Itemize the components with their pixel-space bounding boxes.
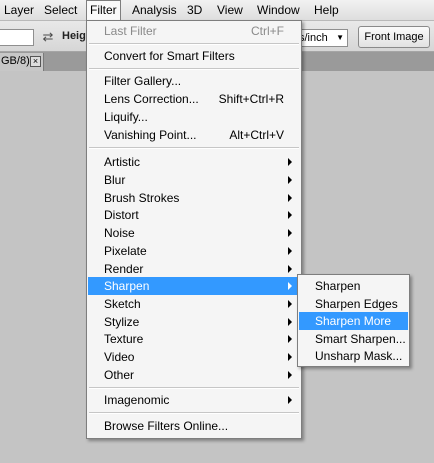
menu-item-imagenomic[interactable]: Imagenomic	[88, 391, 300, 409]
menu-item-label: Artistic	[104, 155, 140, 169]
menu-item-shortcut: Shift+Ctrl+R	[218, 92, 284, 106]
menu-item-browse-filters-online[interactable]: Browse Filters Online...	[88, 417, 300, 435]
menu-item-texture[interactable]: Texture	[88, 330, 300, 348]
menu-item-label: Sketch	[104, 297, 141, 311]
menu-analysis[interactable]: Analysis	[129, 0, 180, 21]
menu-separator	[89, 387, 299, 389]
front-image-button[interactable]: Front Image	[358, 26, 430, 48]
document-tab-label: GB/8)	[1, 55, 30, 67]
menu-item-filter-gallery[interactable]: Filter Gallery...	[88, 72, 300, 90]
menu-item-label: Blur	[104, 173, 126, 187]
submenu-item-unsharp-mask[interactable]: Unsharp Mask...	[299, 347, 408, 365]
submenu-arrow-icon	[288, 176, 292, 184]
submenu-arrow-icon	[288, 229, 292, 237]
filter-menu: Last Filter Ctrl+F Convert for Smart Fil…	[86, 20, 302, 439]
menu-item-label: Convert for Smart Filters	[104, 49, 235, 63]
menu-item-label: Brush Strokes	[104, 191, 180, 205]
submenu-arrow-icon	[288, 300, 292, 308]
menu-select[interactable]: Select	[41, 0, 80, 21]
menu-item-pixelate[interactable]: Pixelate	[88, 242, 300, 260]
menu-item-lens-correction[interactable]: Lens Correction... Shift+Ctrl+R	[88, 90, 300, 108]
menu-view[interactable]: View	[214, 0, 246, 21]
menu-item-label: Other	[104, 368, 135, 382]
document-tab[interactable]: GB/8) ×	[0, 53, 44, 71]
menu-item-sketch[interactable]: Sketch	[88, 295, 300, 313]
resolution-unit-select[interactable]: s/inch ▼	[296, 29, 348, 47]
menu-item-label: Liquify...	[104, 110, 148, 124]
submenu-arrow-icon	[288, 158, 292, 166]
menu-separator	[89, 412, 299, 414]
menu-item-noise[interactable]: Noise	[88, 224, 300, 242]
submenu-item-sharpen-more[interactable]: Sharpen More	[299, 312, 408, 330]
menu-help[interactable]: Help	[311, 0, 342, 21]
submenu-arrow-icon	[288, 211, 292, 219]
submenu-arrow-icon	[288, 335, 292, 343]
menu-separator	[89, 68, 299, 70]
menu-layer[interactable]: Layer	[1, 0, 37, 21]
menu-item-convert-smart-filters[interactable]: Convert for Smart Filters	[88, 47, 300, 65]
menu-separator	[89, 43, 299, 45]
swap-dimensions-icon[interactable]: ⇄	[40, 29, 56, 45]
menu-item-label: Render	[104, 262, 144, 276]
menu-item-label: Distort	[104, 208, 139, 222]
menu-3d[interactable]: 3D	[184, 0, 205, 21]
submenu-arrow-icon	[288, 371, 292, 379]
menu-item-label: Pixelate	[104, 244, 147, 258]
menu-item-other[interactable]: Other	[88, 366, 300, 384]
submenu-item-sharpen-edges[interactable]: Sharpen Edges	[299, 295, 408, 313]
menu-item-label: Video	[104, 350, 135, 364]
menu-item-label: Noise	[104, 226, 135, 240]
menu-item-video[interactable]: Video	[88, 348, 300, 366]
sharpen-submenu: Sharpen Sharpen Edges Sharpen More Smart…	[297, 274, 410, 367]
menu-item-last-filter[interactable]: Last Filter Ctrl+F	[88, 22, 300, 40]
submenu-arrow-icon	[288, 318, 292, 326]
menu-item-vanishing-point[interactable]: Vanishing Point... Alt+Ctrl+V	[88, 126, 300, 144]
menu-item-brush-strokes[interactable]: Brush Strokes	[88, 189, 300, 207]
menu-item-distort[interactable]: Distort	[88, 206, 300, 224]
menu-bar: Layer Select Filter Analysis 3D View Win…	[0, 0, 434, 21]
menu-item-label: Vanishing Point...	[104, 128, 197, 142]
menu-item-shortcut: Ctrl+F	[251, 24, 284, 38]
menu-item-label: Filter Gallery...	[104, 74, 182, 88]
menu-item-label: Sharpen	[104, 279, 150, 293]
menu-item-artistic[interactable]: Artistic	[88, 153, 300, 171]
width-input[interactable]	[0, 29, 34, 46]
resolution-unit-value: s/inch	[299, 32, 328, 44]
menu-item-label: Last Filter	[104, 24, 157, 38]
submenu-arrow-icon	[288, 265, 292, 273]
menu-separator	[89, 147, 299, 149]
menu-item-label: Imagenomic	[104, 393, 170, 407]
menu-item-liquify[interactable]: Liquify...	[88, 108, 300, 126]
submenu-arrow-icon	[288, 396, 292, 404]
menu-item-label: Texture	[104, 332, 144, 346]
menu-item-blur[interactable]: Blur	[88, 171, 300, 189]
submenu-arrow-icon	[288, 353, 292, 361]
menu-item-render[interactable]: Render	[88, 260, 300, 278]
menu-item-sharpen[interactable]: Sharpen	[88, 277, 300, 295]
submenu-item-sharpen[interactable]: Sharpen	[299, 277, 408, 295]
submenu-arrow-icon	[288, 247, 292, 255]
menu-item-label: Browse Filters Online...	[104, 419, 229, 433]
menu-item-stylize[interactable]: Stylize	[88, 313, 300, 331]
submenu-arrow-icon	[288, 194, 292, 202]
menu-window[interactable]: Window	[254, 0, 303, 21]
menu-item-label: Stylize	[104, 315, 140, 329]
menu-filter[interactable]: Filter	[86, 0, 121, 21]
menu-item-shortcut: Alt+Ctrl+V	[229, 128, 284, 142]
close-icon[interactable]: ×	[30, 56, 41, 67]
chevron-down-icon: ▼	[336, 33, 344, 42]
submenu-item-smart-sharpen[interactable]: Smart Sharpen...	[299, 330, 408, 348]
submenu-arrow-icon	[288, 282, 292, 290]
menu-item-label: Lens Correction...	[104, 92, 199, 106]
